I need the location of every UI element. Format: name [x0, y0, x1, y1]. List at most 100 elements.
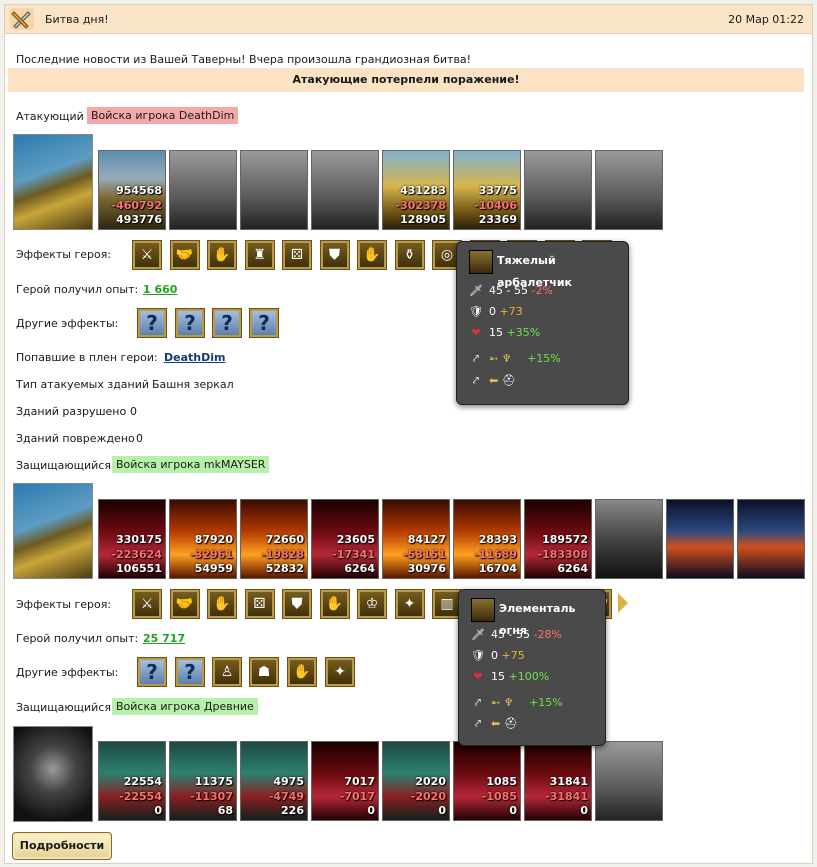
fortress-effect-icon[interactable]: ♜	[244, 240, 275, 270]
unit-stack[interactable]: 7017 -7017 0	[311, 741, 379, 821]
defender1-army-tag[interactable]: Войска игрока mkMAYSER	[112, 456, 270, 473]
defender1-effects-label: Эффекты героя:	[16, 598, 112, 611]
helmet-icon: ⛑	[501, 374, 516, 387]
unit-stack[interactable]: 1085 -1085 0	[453, 741, 521, 821]
unit-stack[interactable]: 22554 -22554 0	[98, 741, 166, 821]
health-modifier: +35%	[506, 326, 541, 339]
potion-effect-icon[interactable]: ♙	[212, 657, 242, 687]
crown-effect-icon[interactable]: ♔	[357, 589, 387, 619]
hand-effect-icon[interactable]: ✋	[207, 240, 237, 270]
handshake-effect-icon[interactable]: 🤝	[169, 240, 200, 270]
attacker-other-label: Другие эффекты:	[16, 317, 119, 330]
defender2-hero-portrait[interactable]	[13, 726, 93, 822]
unit-start-count: 87920	[194, 533, 233, 546]
unknown-effect-icon[interactable]: ?	[212, 308, 242, 338]
unit-start-count: 23605	[336, 533, 375, 546]
shield-effect-icon[interactable]: ⛊	[319, 240, 350, 270]
sword-effect-icon[interactable]: ⚔	[132, 589, 162, 619]
attack-value: 45 - 55	[491, 628, 530, 641]
unit-stack[interactable]: 4975 -4749 226	[240, 741, 308, 821]
unit-losses: -19828	[261, 548, 304, 561]
health-value: 15	[489, 326, 503, 339]
attacker-exp-value[interactable]: 1 660	[143, 283, 177, 296]
unit-start-count: 431283	[400, 184, 446, 197]
unit-stack[interactable]	[595, 741, 663, 821]
unit-losses: -31841	[545, 790, 588, 803]
unit-stack[interactable]	[240, 150, 308, 230]
unit-stack[interactable]	[595, 150, 663, 230]
result-banner: Атакующие потерпели поражение!	[8, 68, 804, 92]
unknown-effect-icon[interactable]: ?	[137, 308, 167, 338]
unit-stack[interactable]: 33775 -10406 23369	[453, 150, 521, 230]
rune-effect-icon[interactable]: ✦	[394, 589, 425, 619]
dice-effect-icon[interactable]: ⚄	[244, 589, 275, 619]
arrow-left-icon: ⬅	[491, 717, 501, 730]
hand-effect-icon[interactable]: ✋	[207, 589, 237, 619]
crossbow-icon: ⤤	[474, 717, 482, 730]
details-button[interactable]: Подробности	[12, 832, 112, 860]
unit-stack[interactable]: 2020 -2020 0	[382, 741, 450, 821]
unit-remaining: 6264	[344, 562, 375, 575]
sword-icon: 🗡	[469, 284, 483, 297]
buildings-destroyed-label: Зданий разрушено	[16, 405, 127, 418]
unit-stack[interactable]: 189572 -183308 6264	[524, 499, 592, 579]
dice-effect-icon[interactable]: ⚄	[282, 240, 312, 270]
unit-start-count: 7017	[344, 775, 375, 788]
unit-stack[interactable]	[737, 499, 805, 579]
hand-shield-effect-icon[interactable]: ✋	[319, 589, 350, 619]
unit-stack[interactable]: 31841 -31841 0	[524, 741, 592, 821]
unit-stack[interactable]: 28393 -11689 16704	[453, 499, 521, 579]
unit-stack[interactable]	[169, 150, 237, 230]
bonus-value: +15%	[527, 352, 561, 365]
unit-stack[interactable]: 330175 -223624 106551	[98, 499, 166, 579]
defender1-exp-value[interactable]: 25 717	[143, 632, 185, 645]
hand-shield-effect-icon[interactable]: ✋	[357, 240, 387, 270]
unit-stack[interactable]	[666, 499, 734, 579]
attack-row: 🗡 45 - 55 -2%	[469, 284, 553, 297]
unit-stack[interactable]: 431283 -302378 128905	[382, 150, 450, 230]
window-datetime: 20 Мар 01:22	[728, 13, 804, 26]
unit-stack[interactable]: 954568 -460792 493776	[98, 150, 166, 230]
unknown-effect-icon[interactable]: ?	[249, 308, 279, 338]
unit-start-count: 2020	[415, 775, 446, 788]
unit-remaining: 0	[509, 804, 517, 817]
arrow-left-icon: ⬅	[489, 374, 499, 387]
intro-text: Последние новости из Вашей Таверны! Вчер…	[16, 53, 472, 66]
unit-stack[interactable]: 11375 -11307 68	[169, 741, 237, 821]
wings-icon: ♆	[501, 352, 512, 365]
unit-losses: -2020	[410, 790, 446, 803]
unknown-effect-icon[interactable]: ?	[137, 657, 167, 687]
unit-stack[interactable]	[311, 150, 379, 230]
idol-effect-icon[interactable]: ☗	[249, 657, 279, 687]
unit-losses: -11307	[190, 790, 233, 803]
unknown-effect-icon[interactable]: ?	[175, 657, 205, 687]
buildings-damaged-label: Зданий повреждено	[16, 432, 135, 445]
unit-stack[interactable]: 72660 -19828 52832	[240, 499, 308, 579]
handshake-effect-icon[interactable]: 🤝	[169, 589, 200, 619]
hand-effect-icon[interactable]: ✋	[287, 657, 317, 687]
captured-hero-link[interactable]: DeathDim	[164, 351, 225, 364]
attacker-army-tag[interactable]: Войска игрока DeathDim	[87, 107, 239, 124]
unit-remaining: 0	[367, 804, 375, 817]
unit-start-count: 22554	[123, 775, 162, 788]
arrow-icon: ➵	[491, 696, 501, 709]
rune-effect-icon[interactable]: ✦	[325, 657, 355, 687]
unknown-effect-icon[interactable]: ?	[175, 308, 205, 338]
unit-losses: -53151	[403, 548, 446, 561]
unit-stack[interactable]: 84127 -53151 30976	[382, 499, 450, 579]
scroll-right-icon[interactable]	[617, 589, 628, 617]
defender2-army-tag[interactable]: Войска игрока Древние	[112, 698, 258, 715]
bag-effect-icon[interactable]: ⚱	[394, 240, 425, 270]
sword-effect-icon[interactable]: ⚔	[132, 240, 162, 270]
defender1-hero-portrait[interactable]	[13, 483, 93, 579]
defender1-other-label: Другие эффекты:	[16, 666, 119, 679]
unit-stack[interactable]: 23605 -17341 6264	[311, 499, 379, 579]
shield-effect-icon[interactable]: ⛊	[282, 589, 312, 619]
attacker-hero-portrait[interactable]	[13, 134, 93, 230]
unit-stack[interactable]: 87920 -32961 54959	[169, 499, 237, 579]
attack-modifier: -2%	[531, 284, 553, 297]
unit-start-count: 31841	[549, 775, 588, 788]
unit-stack[interactable]	[595, 499, 663, 579]
unit-stack[interactable]	[524, 150, 592, 230]
unit-tooltip: Тяжелый арбалетчик 🗡 45 - 55 -2% 🛡 0 +73 ❤…	[456, 241, 629, 405]
